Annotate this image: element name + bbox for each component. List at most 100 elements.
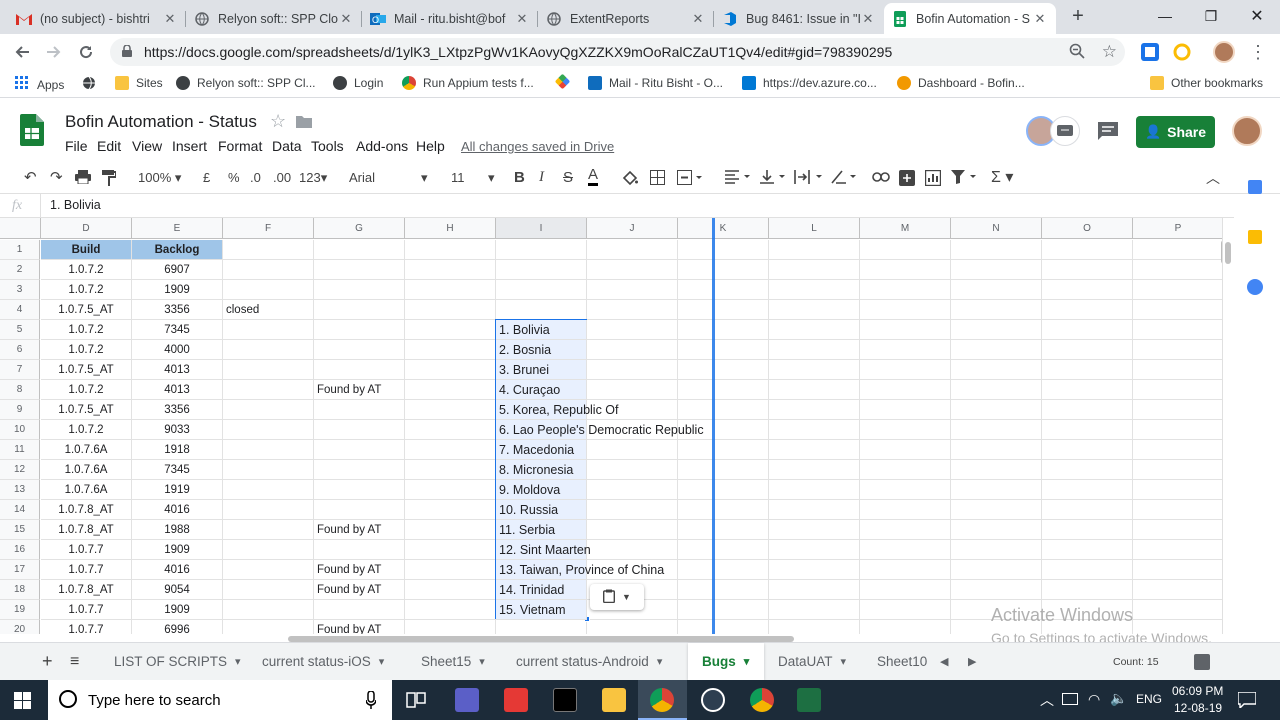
cell[interactable] [769,520,860,540]
menu-format[interactable]: Format [218,138,262,154]
country-cell[interactable]: 4. Curaçao [496,380,587,400]
cell[interactable] [587,260,678,280]
row-header[interactable]: 6 [0,340,40,360]
cell[interactable] [587,340,678,360]
cell[interactable] [587,540,678,560]
comment-icon[interactable] [1098,122,1118,143]
row-header[interactable]: 13 [0,480,40,500]
cell[interactable] [860,240,951,260]
row-header[interactable]: 3 [0,280,40,300]
browser-tab-gmail[interactable]: (no subject) - bishtri ✕ [8,3,186,34]
cell[interactable] [223,260,314,280]
cell[interactable] [405,280,496,300]
cell[interactable] [678,320,769,340]
row-header[interactable]: 5 [0,320,40,340]
cell[interactable] [1133,340,1222,360]
cell[interactable]: 1.0.7.7 [41,540,132,560]
cell[interactable] [678,460,769,480]
italic-icon[interactable]: I [539,169,544,186]
horizontal-align-icon[interactable] [725,170,751,187]
cell[interactable]: 1.0.7.2 [41,380,132,400]
cell[interactable] [951,500,1042,520]
cell[interactable] [223,480,314,500]
row-header[interactable]: 15 [0,520,40,540]
font-family-select[interactable]: Arial ▾ [349,170,429,185]
cell[interactable] [678,400,769,420]
language-indicator[interactable]: ENG [1136,692,1162,706]
currency-format-button[interactable]: £ [203,170,210,185]
cell[interactable] [678,480,769,500]
sheet-tab[interactable]: DataUAT ▾ [764,643,856,680]
cell[interactable]: 1.0.7.5_AT [41,360,132,380]
scroll-sheets-right-icon[interactable]: ▶ [968,643,976,680]
cell[interactable] [860,260,951,280]
windows-start-icon[interactable] [14,692,31,712]
cell[interactable] [496,240,587,260]
cell[interactable] [769,400,860,420]
cell[interactable] [223,400,314,420]
merge-cells-icon[interactable] [677,170,703,188]
cell[interactable] [587,240,678,260]
cell[interactable] [405,440,496,460]
insert-chart-icon[interactable] [924,169,942,189]
row-header[interactable]: 4 [0,300,40,320]
cell[interactable] [1042,280,1133,300]
print-icon[interactable] [75,170,91,187]
cell[interactable] [678,360,769,380]
back-button[interactable] [10,40,34,64]
insert-comment-icon[interactable] [899,170,915,189]
country-cell[interactable] [496,280,587,300]
cell[interactable] [314,600,405,620]
cell[interactable]: 3356 [132,300,223,320]
cell[interactable] [860,480,951,500]
cell[interactable]: 9054 [132,580,223,600]
cell[interactable] [314,480,405,500]
cell[interactable] [587,320,678,340]
task-view-icon[interactable] [406,692,426,711]
cell[interactable] [223,280,314,300]
cell[interactable] [587,460,678,480]
country-cell[interactable]: 10. Russia [496,500,587,520]
borders-icon[interactable] [650,170,665,188]
cell[interactable] [769,620,860,634]
menu-data[interactable]: Data [272,138,302,154]
cell[interactable]: 1.0.7.8_AT [41,500,132,520]
menu-view[interactable]: View [132,138,162,154]
save-status-link[interactable]: All changes saved in Drive [461,139,614,154]
clock-time[interactable]: 06:09 PM [1172,684,1223,698]
row-header[interactable]: 14 [0,500,40,520]
cell[interactable]: Found by AT [314,520,405,540]
volume-icon[interactable]: 🔈 [1110,690,1127,707]
cell[interactable] [1133,420,1222,440]
column-header-l[interactable]: L [769,218,860,239]
cell[interactable] [314,360,405,380]
excel-icon[interactable] [797,688,821,712]
cell[interactable] [769,320,860,340]
menu-insert[interactable]: Insert [172,138,207,154]
maximize-button[interactable]: ❐ [1188,0,1234,32]
cell[interactable] [860,320,951,340]
row-header[interactable]: 1 [0,240,40,260]
cell[interactable] [678,300,769,320]
decrease-decimal-button[interactable]: .0 [250,170,261,185]
selection-count[interactable]: Count: 15 [1113,643,1159,680]
cell[interactable]: 1.0.7.2 [41,420,132,440]
cell[interactable] [769,540,860,560]
cell[interactable] [769,440,860,460]
cell[interactable] [223,560,314,580]
cell[interactable] [405,380,496,400]
cell[interactable]: 4016 [132,560,223,580]
cell[interactable]: 1909 [132,280,223,300]
bookmark-apps[interactable]: Apps [15,76,64,93]
formula-input[interactable]: 1. Bolivia [50,198,101,212]
cell[interactable] [223,340,314,360]
cell[interactable]: Found by AT [314,380,405,400]
cell[interactable] [769,260,860,280]
chevron-down-icon[interactable]: ▾ [744,655,750,668]
cell[interactable] [951,380,1042,400]
cell[interactable] [223,500,314,520]
cell[interactable] [769,280,860,300]
cell[interactable]: 1909 [132,540,223,560]
undo-icon[interactable]: ↶ [24,168,37,186]
country-cell[interactable]: 15. Vietnam [496,600,587,620]
